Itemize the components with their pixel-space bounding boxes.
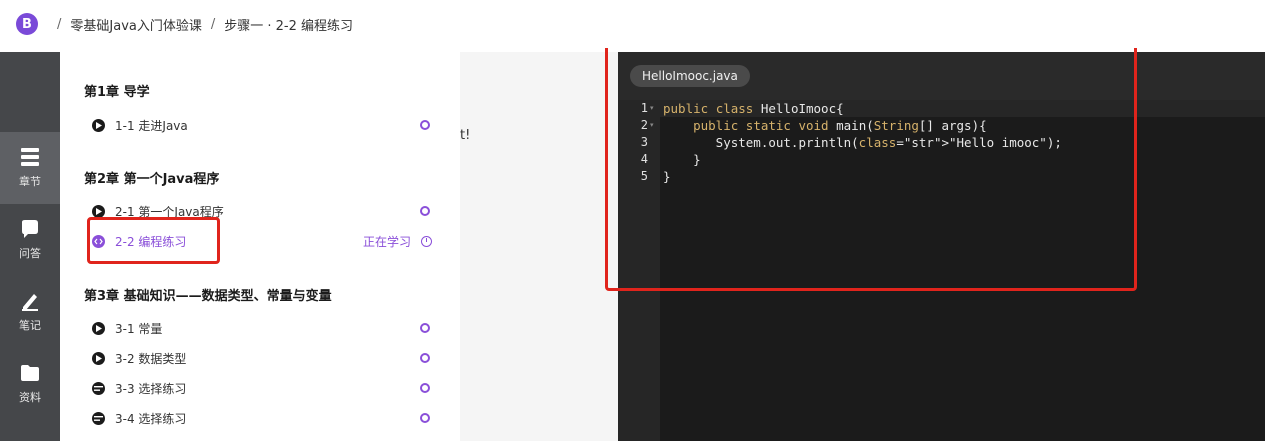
lesson-name: 3-4 选择练习 (115, 411, 187, 426)
lesson-item[interactable]: 3-4 选择练习 (92, 407, 432, 429)
lesson-item[interactable]: 3-1 常量 (92, 317, 432, 339)
instruction-text: t! (460, 128, 471, 143)
lesson-item[interactable]: 1-1 走进Java (92, 114, 432, 136)
quiz-icon (92, 411, 105, 425)
left-nav: 章节 问答 笔记 资料 (0, 52, 60, 441)
progress-ring-icon (420, 413, 430, 423)
lesson-item[interactable]: 3-3 选择练习 (92, 377, 432, 399)
nav-qa[interactable]: 问答 (0, 204, 60, 276)
top-bar: B / 零基础Java入门体验课 / 步骤一 · 2-2 编程练习 (0, 0, 1265, 48)
lesson-name: 3-1 常量 (115, 321, 163, 336)
progress-ring-icon (420, 323, 430, 333)
play-icon (92, 204, 105, 218)
clock-icon (421, 235, 432, 247)
highlight-box-lesson (87, 217, 220, 264)
pen-icon (22, 294, 38, 311)
lesson-name: 1-1 走进Java (115, 118, 188, 133)
nav-materials[interactable]: 资料 (0, 348, 60, 420)
progress-ring-icon (420, 206, 430, 216)
nav-label: 问答 (19, 247, 41, 260)
nav-label: 笔记 (19, 319, 41, 332)
quiz-icon (92, 381, 105, 395)
breadcrumb-separator: / (57, 16, 62, 32)
logo-icon[interactable]: B (16, 13, 38, 35)
lesson-name: 3-2 数据类型 (115, 351, 187, 366)
progress-ring-icon (420, 120, 430, 130)
lesson-item[interactable]: 3-2 数据类型 (92, 347, 432, 369)
chapter-title: 第1章 导学 (84, 85, 150, 100)
chapter-title: 第2章 第一个Java程序 (84, 172, 220, 187)
chapter-title: 第3章 基础知识——数据类型、常量与变量 (84, 289, 332, 304)
breadcrumb-separator: / (210, 16, 216, 32)
list-icon (21, 148, 39, 166)
progress-ring-icon (420, 353, 430, 363)
breadcrumb-step: 步骤一 · 2-2 编程练习 (224, 18, 354, 34)
instruction-panel: t! (460, 52, 618, 441)
play-icon (92, 118, 105, 132)
play-icon (92, 321, 105, 335)
folder-icon (21, 365, 39, 381)
learning-status: 正在学习 (362, 234, 411, 249)
progress-ring-icon (420, 383, 430, 393)
nav-label: 章节 (19, 175, 41, 188)
nav-label: 资料 (19, 391, 41, 404)
breadcrumb-course[interactable]: 零基础Java入门体验课 (70, 15, 201, 34)
nav-chapters[interactable]: 章节 (0, 132, 60, 204)
highlight-box-editor (605, 33, 1137, 291)
lesson-name: 3-3 选择练习 (115, 381, 187, 396)
nav-notes[interactable]: 笔记 (0, 276, 60, 348)
play-icon (92, 351, 105, 365)
chat-icon (22, 220, 38, 238)
